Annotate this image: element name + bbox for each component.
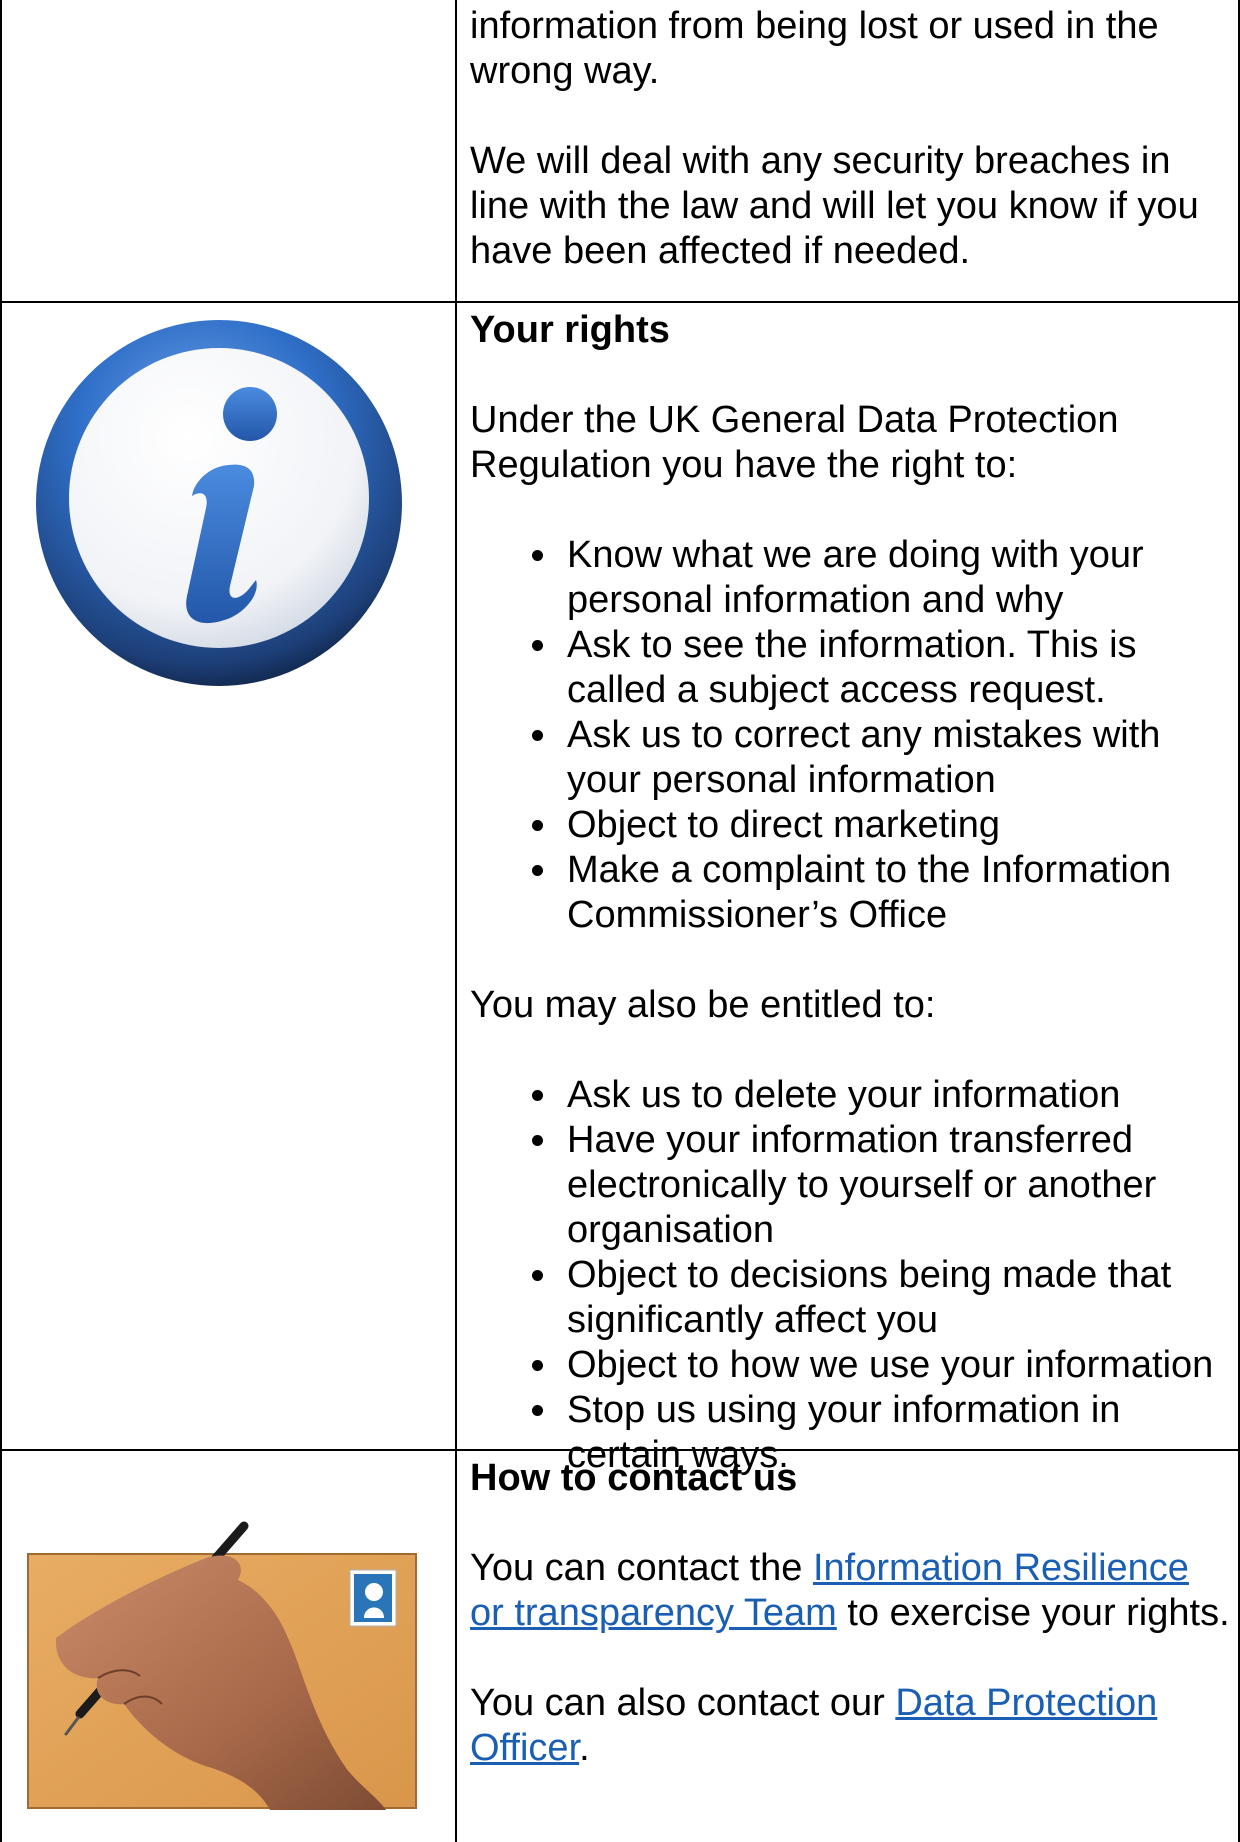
- security-text-line: wrong way.: [470, 50, 660, 92]
- contact-text-cell: How to contact us You can contact the In…: [470, 1456, 1230, 1771]
- table-border-left: [0, 0, 2, 1842]
- rights-heading: Your rights: [470, 309, 670, 351]
- information-icon: [34, 318, 404, 688]
- security-breach-paragraph: We will deal with any security breaches …: [470, 140, 1199, 272]
- rights-intro: Under the UK General Data Protection Reg…: [470, 399, 1119, 486]
- list-item: Make a complaint to the Information Comm…: [470, 848, 1230, 938]
- list-item: Ask us to delete your information: [470, 1073, 1230, 1118]
- hand-writing-envelope-image: [26, 1518, 418, 1810]
- privacy-table: information from being lost or used in t…: [0, 0, 1240, 1842]
- contact-heading: How to contact us: [470, 1457, 798, 1499]
- security-text-cell: information from being lost or used in t…: [470, 4, 1230, 274]
- list-item: Have your information transferred electr…: [470, 1118, 1230, 1253]
- dpo-paragraph: You can also contact our Data Protection…: [470, 1681, 1230, 1771]
- rights-list: Know what we are doing with your persona…: [470, 533, 1230, 938]
- rights-text-cell: Your rights Under the UK General Data Pr…: [470, 308, 1230, 1478]
- table-column-divider: [455, 0, 457, 1842]
- table-row-divider: [0, 301, 1240, 303]
- entitled-intro: You may also be entitled to:: [470, 984, 936, 1026]
- security-text-line: information from being lost or used in t…: [470, 5, 1159, 47]
- list-item: Object to how we use your information: [470, 1343, 1230, 1388]
- list-item: Know what we are doing with your persona…: [470, 533, 1230, 623]
- list-item: Ask us to correct any mistakes with your…: [470, 713, 1230, 803]
- list-item: Object to direct marketing: [470, 803, 1230, 848]
- list-item: Ask to see the information. This is call…: [470, 623, 1230, 713]
- contact-paragraph: You can contact the Information Resilien…: [470, 1546, 1230, 1636]
- contact-text: .: [579, 1727, 590, 1769]
- contact-text: You can also contact our: [470, 1682, 896, 1724]
- contact-text: You can contact the: [470, 1547, 813, 1589]
- entitled-list: Ask us to delete your information Have y…: [470, 1073, 1230, 1478]
- list-item: Object to decisions being made that sign…: [470, 1253, 1230, 1343]
- contact-text: to exercise your rights.: [836, 1592, 1230, 1634]
